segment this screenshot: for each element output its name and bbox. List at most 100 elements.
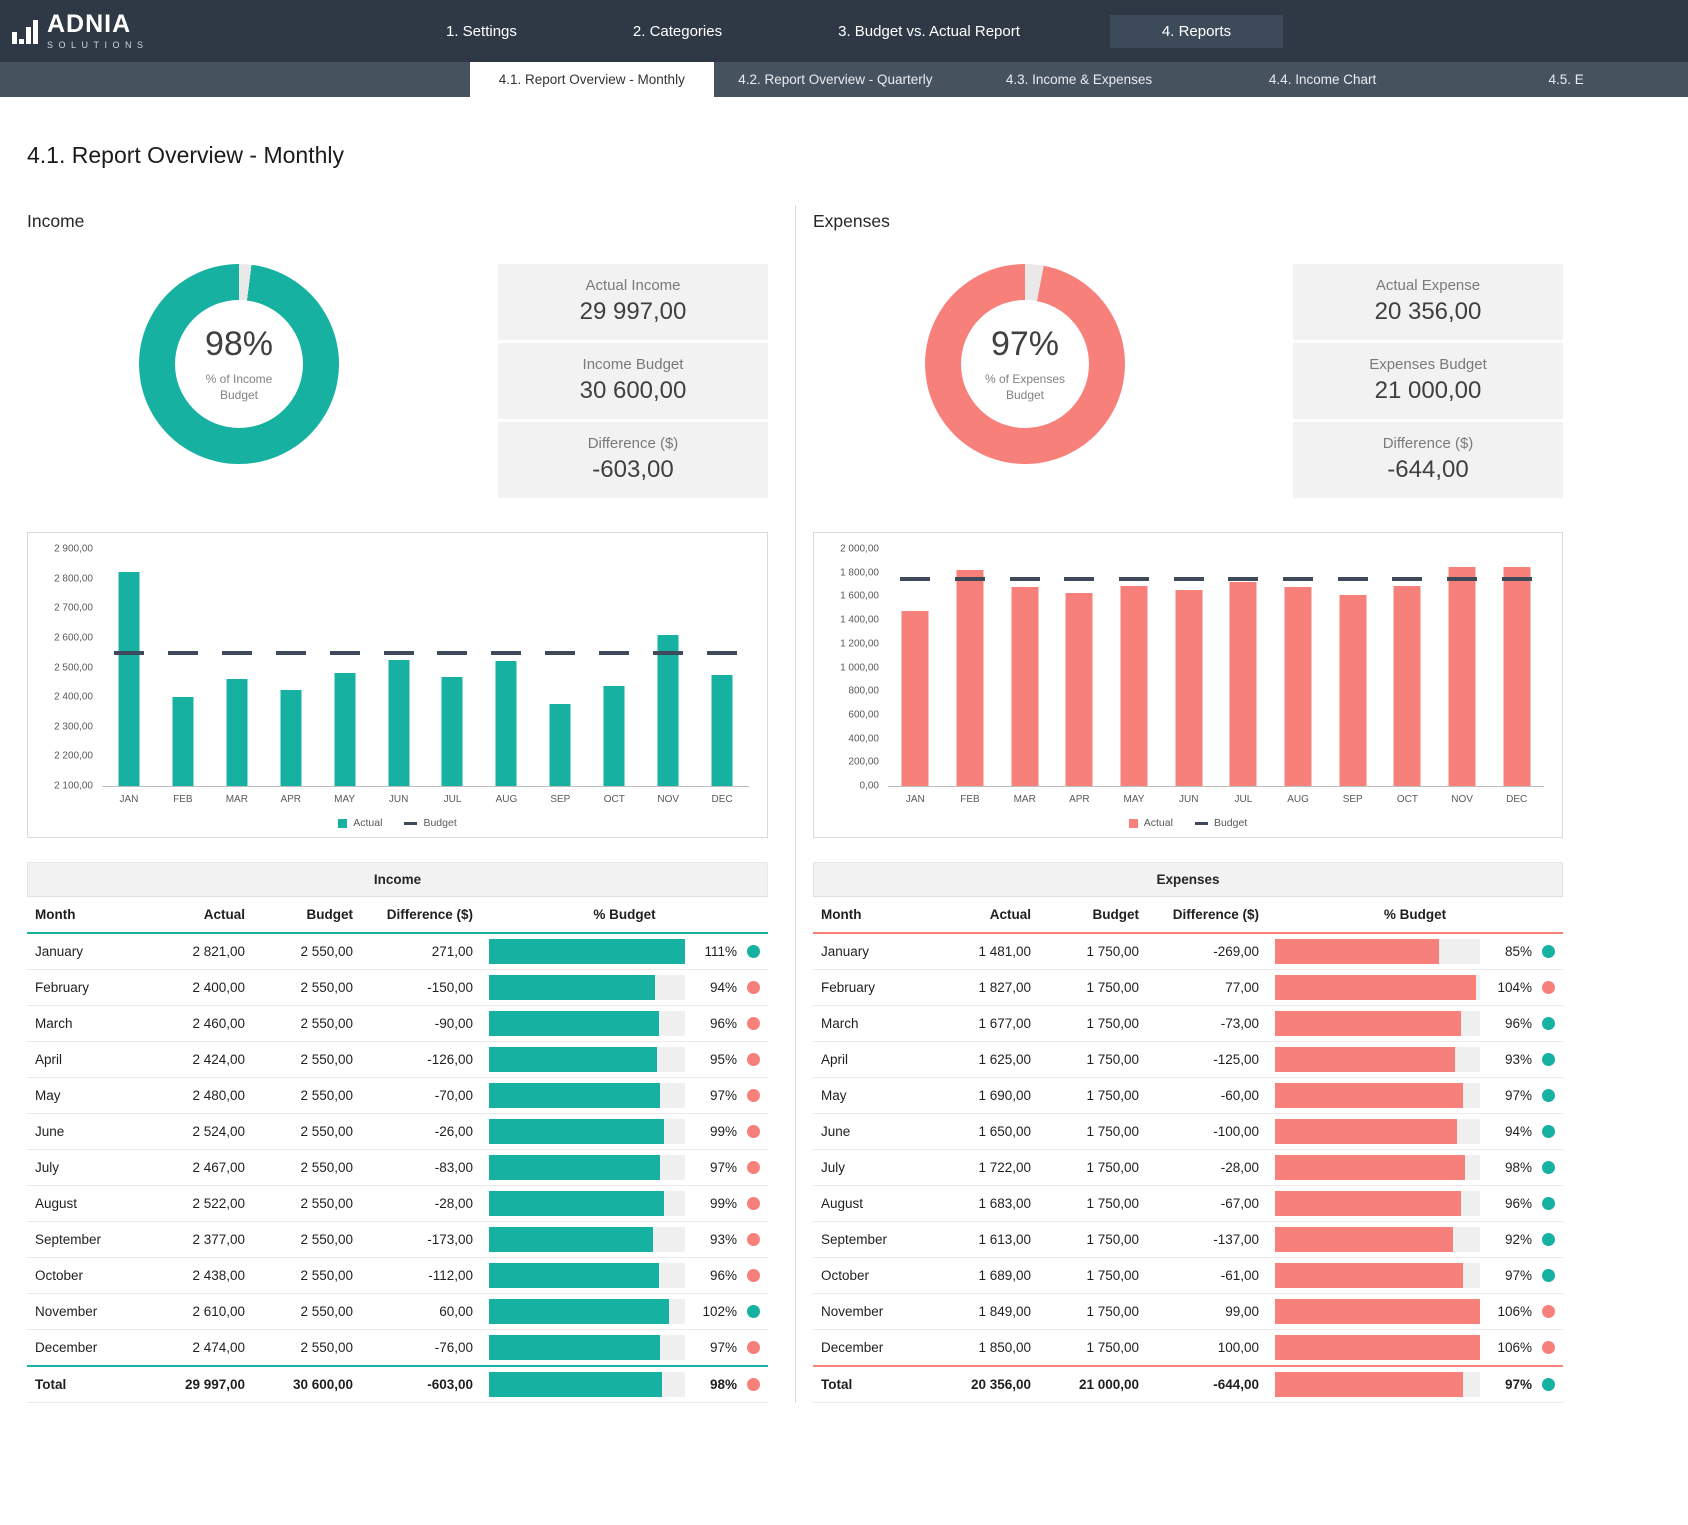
- table-row: November2 610,002 550,0060,00102%: [27, 1294, 768, 1330]
- sub-nav-tab-4-2-report-overview-quarterly[interactable]: 4.2. Report Overview - Quarterly: [714, 62, 958, 97]
- cell-month: January: [813, 933, 927, 970]
- status-dot: [1542, 1341, 1555, 1354]
- cell-difference: -67,00: [1147, 1186, 1267, 1222]
- status-dot: [1542, 1161, 1555, 1174]
- table-row: October2 438,002 550,00-112,0096%: [27, 1258, 768, 1294]
- budget-marker-may: [1119, 577, 1149, 581]
- status-dot: [1542, 1125, 1555, 1138]
- cell-budget: 2 550,00: [253, 1150, 361, 1186]
- adnia-logo-text: ADNIA SOLUTIONS: [47, 12, 149, 50]
- cell-pct-budget: 106%: [1267, 1294, 1563, 1330]
- cell-actual: 1 683,00: [927, 1186, 1039, 1222]
- top-nav-item-2-categories[interactable]: 2. Categories: [607, 15, 748, 48]
- pct-bar-fill: [1275, 1227, 1453, 1252]
- cell-budget: 1 750,00: [1039, 1222, 1147, 1258]
- budget-marker-may: [330, 651, 360, 655]
- bottom-whitespace: [0, 1403, 1688, 1463]
- cell-pct-budget: 97%: [1267, 1366, 1563, 1403]
- cell-month: Total: [813, 1366, 927, 1403]
- status-dot: [1542, 1197, 1555, 1210]
- stat-label: Difference ($): [1293, 435, 1563, 452]
- table-total-row: Total29 997,0030 600,00-603,0098%: [27, 1366, 768, 1403]
- budget-marker-mar: [1010, 577, 1040, 581]
- expenses-table-section: Expenses MonthActualBudgetDifference ($)…: [813, 862, 1563, 1403]
- pct-bar-track: [1275, 1083, 1480, 1108]
- cell-budget: 1 750,00: [1039, 1186, 1147, 1222]
- legend-budget-swatch: [1195, 822, 1208, 825]
- stat-label: Difference ($): [498, 435, 768, 452]
- income-donut-caption: % of Income Budget: [191, 371, 287, 403]
- x-axis-label: AUG: [479, 787, 533, 809]
- y-axis-tick: 2 000,00: [840, 544, 879, 555]
- pct-value: 94%: [695, 980, 737, 995]
- top-nav-item-4-reports[interactable]: 4. Reports: [1110, 15, 1283, 48]
- cell-difference: -76,00: [361, 1330, 481, 1367]
- status-dot: [1542, 1089, 1555, 1102]
- pct-bar-track: [1275, 1191, 1480, 1216]
- pct-bar-track: [489, 1191, 685, 1216]
- cell-actual: 2 821,00: [141, 933, 253, 970]
- status-dot: [1542, 1053, 1555, 1066]
- cell-month: December: [813, 1330, 927, 1367]
- chart-category-nov: [1435, 549, 1490, 786]
- pct-bar-track: [489, 1227, 685, 1252]
- chart-category-feb: [943, 549, 998, 786]
- cell-month: July: [813, 1150, 927, 1186]
- pct-bar-track: [1275, 1155, 1480, 1180]
- income-stats: Actual Income29 997,00Income Budget30 60…: [498, 264, 768, 498]
- pct-bar-fill: [1275, 1335, 1480, 1360]
- budget-marker-mar: [222, 651, 252, 655]
- expenses-section: Expenses 97% % of Expenses Budget Actual…: [795, 205, 1590, 1403]
- legend-actual-swatch: [338, 819, 347, 828]
- cell-pct-budget: 96%: [481, 1258, 768, 1294]
- legend-actual-label: Actual: [1144, 817, 1173, 829]
- cell-pct-budget: 97%: [1267, 1258, 1563, 1294]
- pct-bar-track: [1275, 1227, 1480, 1252]
- cell-budget: 2 550,00: [253, 1042, 361, 1078]
- pct-value: 97%: [695, 1088, 737, 1103]
- sub-nav-tab-4-3-income-expenses[interactable]: 4.3. Income & Expenses: [957, 62, 1201, 97]
- table-row: February1 827,001 750,0077,00104%: [813, 970, 1563, 1006]
- pct-value: 93%: [1490, 1052, 1532, 1067]
- pct-value: 93%: [695, 1232, 737, 1247]
- table-row: July2 467,002 550,00-83,0097%: [27, 1150, 768, 1186]
- cell-actual: 1 481,00: [927, 933, 1039, 970]
- pct-bar-fill: [489, 1011, 659, 1036]
- actual-bar-apr: [280, 690, 301, 786]
- sub-nav-tab-4-5-e[interactable]: 4.5. E: [1444, 62, 1688, 97]
- cell-budget: 1 750,00: [1039, 1150, 1147, 1186]
- pct-bar-fill: [1275, 1047, 1455, 1072]
- cell-actual: 20 356,00: [927, 1366, 1039, 1403]
- cell-month: March: [813, 1006, 927, 1042]
- top-nav-item-3-budget-vs-actual-report[interactable]: 3. Budget vs. Actual Report: [812, 15, 1046, 48]
- actual-bar-jul: [1230, 582, 1257, 786]
- cell-difference: -100,00: [1147, 1114, 1267, 1150]
- pct-bar-fill: [1275, 1119, 1457, 1144]
- cell-difference: -28,00: [361, 1186, 481, 1222]
- table-row: August2 522,002 550,00-28,0099%: [27, 1186, 768, 1222]
- table-row: June2 524,002 550,00-26,0099%: [27, 1114, 768, 1150]
- pct-value: 104%: [1490, 980, 1532, 995]
- pct-bar-fill: [489, 1119, 664, 1144]
- budget-marker-aug: [1283, 577, 1313, 581]
- sub-nav-tab-4-4-income-chart[interactable]: 4.4. Income Chart: [1201, 62, 1445, 97]
- cell-actual: 2 400,00: [141, 970, 253, 1006]
- cell-difference: 271,00: [361, 933, 481, 970]
- pct-value: 102%: [695, 1304, 737, 1319]
- cell-pct-budget: 97%: [481, 1330, 768, 1367]
- pct-bar-fill: [1275, 1155, 1465, 1180]
- x-axis-label: SEP: [1325, 787, 1380, 809]
- cell-actual: 1 722,00: [927, 1150, 1039, 1186]
- status-dot: [747, 945, 760, 958]
- stat-value: 21 000,00: [1293, 377, 1563, 405]
- actual-bar-aug: [1285, 587, 1312, 786]
- actual-bar-mar: [226, 679, 247, 786]
- y-axis-tick: 2 200,00: [54, 751, 93, 762]
- status-dot: [1542, 1378, 1555, 1391]
- pct-value: 97%: [1490, 1377, 1532, 1392]
- sub-nav-tab-4-1-report-overview-monthly[interactable]: 4.1. Report Overview - Monthly: [470, 62, 714, 97]
- actual-bar-nov: [658, 635, 679, 786]
- cell-pct-budget: 111%: [481, 933, 768, 970]
- top-nav-item-1-settings[interactable]: 1. Settings: [420, 15, 543, 48]
- status-dot: [747, 1233, 760, 1246]
